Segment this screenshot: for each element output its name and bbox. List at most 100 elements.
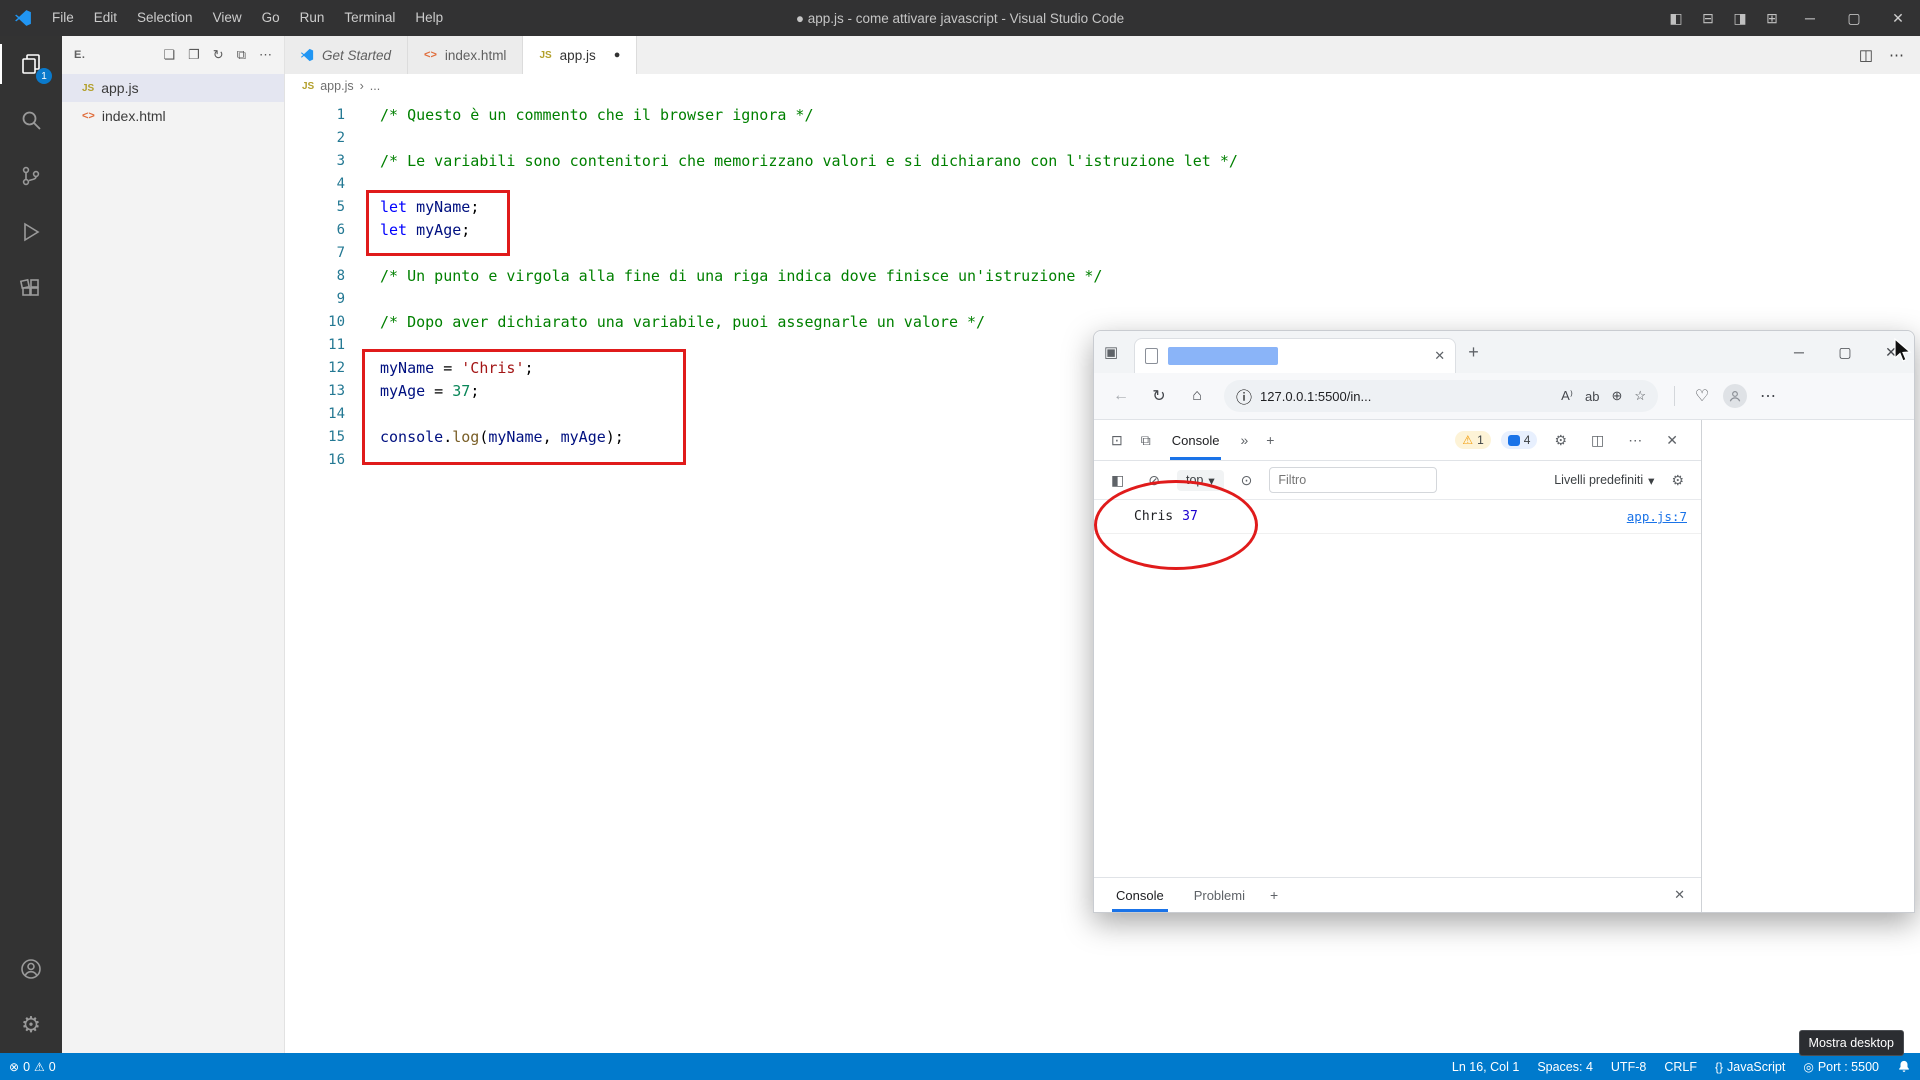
extensions-icon[interactable] xyxy=(0,260,62,316)
split-editor-icon[interactable]: ◫ xyxy=(1859,46,1873,64)
source-control-icon[interactable] xyxy=(0,148,62,204)
issues-icon[interactable]: ◫ xyxy=(1584,432,1611,449)
back-icon[interactable]: ← xyxy=(1104,387,1138,405)
browser-maximize-button[interactable]: ▢ xyxy=(1822,331,1868,373)
tab-index-html[interactable]: <> index.html xyxy=(408,36,523,74)
devtools-settings-gear-icon[interactable]: ⚙ xyxy=(1547,432,1574,449)
eye-icon[interactable]: ⊙ xyxy=(1234,472,1260,489)
messages-badge[interactable]: 4 xyxy=(1501,431,1538,449)
explorer-icon[interactable]: 1 xyxy=(0,36,62,92)
tab-title-selection xyxy=(1168,347,1278,365)
drawer-add-icon[interactable]: + xyxy=(1263,887,1285,903)
context-selector[interactable]: top ▾ xyxy=(1177,470,1224,491)
encoding[interactable]: UTF-8 xyxy=(1602,1060,1655,1074)
menu-selection[interactable]: Selection xyxy=(127,10,203,25)
menu-help[interactable]: Help xyxy=(405,10,453,25)
live-server-port[interactable]: ◎ Port : 5500 xyxy=(1794,1060,1888,1074)
address-bar[interactable]: ⓘ 127.0.0.1:5500/in... A⁾ ab ⊕ ☆ xyxy=(1224,380,1658,412)
breadcrumb-file[interactable]: app.js xyxy=(320,79,353,93)
menu-edit[interactable]: Edit xyxy=(84,10,127,25)
tab-get-started[interactable]: Get Started xyxy=(284,36,408,74)
console-output: Chris 37 app.js:7 xyxy=(1094,500,1701,877)
explorer-more-actions-icon[interactable]: ⋯ xyxy=(259,47,272,63)
file-item-appjs[interactable]: JS app.js xyxy=(62,74,284,102)
account-icon[interactable] xyxy=(0,941,62,997)
vscode-maximize-button[interactable]: ▢ xyxy=(1832,0,1876,36)
warnings-icon: ⚠ xyxy=(34,1060,45,1074)
new-tab-icon[interactable]: + xyxy=(1456,342,1491,363)
run-debug-icon[interactable] xyxy=(0,204,62,260)
cursor-position[interactable]: Ln 16, Col 1 xyxy=(1443,1060,1528,1074)
browser-essentials-icon[interactable]: ♡ xyxy=(1685,386,1719,406)
devtools-close-icon[interactable]: ✕ xyxy=(1659,432,1685,449)
log-levels-dropdown[interactable]: Livelli predefiniti ▾ xyxy=(1554,473,1654,488)
problems-indicator[interactable]: ⊗ 0 ⚠ 0 xyxy=(0,1060,65,1074)
drawer-tab-problems[interactable]: Problemi xyxy=(1182,878,1257,912)
add-tab-icon[interactable]: + xyxy=(1259,432,1281,448)
line-content xyxy=(345,173,380,196)
toggle-sidebar-icon[interactable]: ◧ xyxy=(1660,0,1692,36)
more-tabs-icon[interactable]: » xyxy=(1233,432,1255,448)
browser-window: ▣ ✕ + ─ ▢ ✕ ← ↻ ⌂ ⓘ 127.0.0.1:5500/in...… xyxy=(1093,330,1915,913)
menu-go[interactable]: Go xyxy=(252,10,290,25)
browser-page-viewport[interactable] xyxy=(1702,420,1914,912)
menu-run[interactable]: Run xyxy=(290,10,335,25)
settings-gear-icon[interactable]: ⚙ xyxy=(0,997,62,1053)
search-icon[interactable] xyxy=(0,92,62,148)
indentation[interactable]: Spaces: 4 xyxy=(1528,1060,1602,1074)
language-mode[interactable]: {} JavaScript xyxy=(1706,1060,1794,1074)
customize-layout-icon[interactable]: ⊞ xyxy=(1756,0,1788,36)
zoom-icon[interactable]: ⊕ xyxy=(1611,388,1622,404)
device-toolbar-icon[interactable]: ⧉ xyxy=(1134,432,1158,449)
browser-minimize-button[interactable]: ─ xyxy=(1776,331,1822,373)
console-filter-input[interactable] xyxy=(1269,467,1437,493)
browser-tab[interactable]: ✕ xyxy=(1134,338,1456,373)
browser-settings-more-icon[interactable]: ⋯ xyxy=(1751,386,1785,406)
collapse-folders-icon[interactable]: ⧉ xyxy=(237,47,246,63)
clear-console-icon[interactable]: ⊘ xyxy=(1141,472,1167,489)
refresh-icon[interactable]: ↻ xyxy=(1142,386,1176,406)
translate-icon[interactable]: ab xyxy=(1585,389,1599,404)
menu-file[interactable]: File xyxy=(42,10,84,25)
tab-app-js[interactable]: JS app.js ● xyxy=(523,36,637,74)
devtools-tab-console[interactable]: Console xyxy=(1162,420,1230,460)
log-source-link[interactable]: app.js:7 xyxy=(1627,509,1687,524)
notifications-bell-icon[interactable] xyxy=(1888,1060,1920,1074)
new-file-icon[interactable]: ❏ xyxy=(163,47,175,63)
editor-more-actions-icon[interactable]: ⋯ xyxy=(1889,46,1904,64)
refresh-explorer-icon[interactable]: ↻ xyxy=(213,47,224,63)
vscode-close-button[interactable]: ✕ xyxy=(1876,0,1920,36)
console-sidebar-icon[interactable]: ◧ xyxy=(1104,472,1131,489)
drawer-tab-console[interactable]: Console xyxy=(1104,878,1176,912)
unsaved-changes-dot[interactable]: ● xyxy=(614,49,621,61)
devtools-drawer: Console Problemi + ✕ xyxy=(1094,877,1701,912)
read-aloud-icon[interactable]: A⁾ xyxy=(1561,388,1573,404)
line-number: 16 xyxy=(284,449,345,472)
tab-close-icon[interactable]: ✕ xyxy=(1434,348,1445,364)
file-item-indexhtml[interactable]: <> index.html xyxy=(62,102,284,130)
profile-avatar[interactable] xyxy=(1723,384,1747,408)
new-folder-icon[interactable]: ❐ xyxy=(188,47,200,63)
breadcrumb[interactable]: JS app.js › ... xyxy=(284,74,1920,98)
site-info-icon[interactable]: ⓘ xyxy=(1236,384,1252,408)
explorer-section-label[interactable]: E. xyxy=(74,49,85,61)
line-number: 10 xyxy=(284,311,345,334)
tab-actions-icon[interactable]: ▣ xyxy=(1094,343,1128,361)
vscode-minimize-button[interactable]: ─ xyxy=(1788,0,1832,36)
toggle-secondary-sidebar-icon[interactable]: ◨ xyxy=(1724,0,1756,36)
toggle-panel-icon[interactable]: ⊟ xyxy=(1692,0,1724,36)
eol-sequence[interactable]: CRLF xyxy=(1655,1060,1706,1074)
inspect-element-icon[interactable]: ⊡ xyxy=(1104,432,1130,449)
devtools-more-icon[interactable]: ⋯ xyxy=(1621,432,1649,449)
menu-view[interactable]: View xyxy=(203,10,252,25)
favorites-star-icon[interactable]: ☆ xyxy=(1634,388,1646,404)
breadcrumb-more[interactable]: ... xyxy=(370,79,380,93)
console-settings-gear-icon[interactable]: ⚙ xyxy=(1664,472,1691,489)
drawer-close-icon[interactable]: ✕ xyxy=(1674,887,1691,903)
menu-terminal[interactable]: Terminal xyxy=(334,10,405,25)
line-content: /* Dopo aver dichiarato una variabile, p… xyxy=(345,311,985,334)
line-number: 13 xyxy=(284,380,345,403)
warnings-badge[interactable]: ⚠1 xyxy=(1455,431,1490,449)
url-text[interactable]: 127.0.0.1:5500/in... xyxy=(1260,389,1371,404)
home-icon[interactable]: ⌂ xyxy=(1180,387,1214,405)
